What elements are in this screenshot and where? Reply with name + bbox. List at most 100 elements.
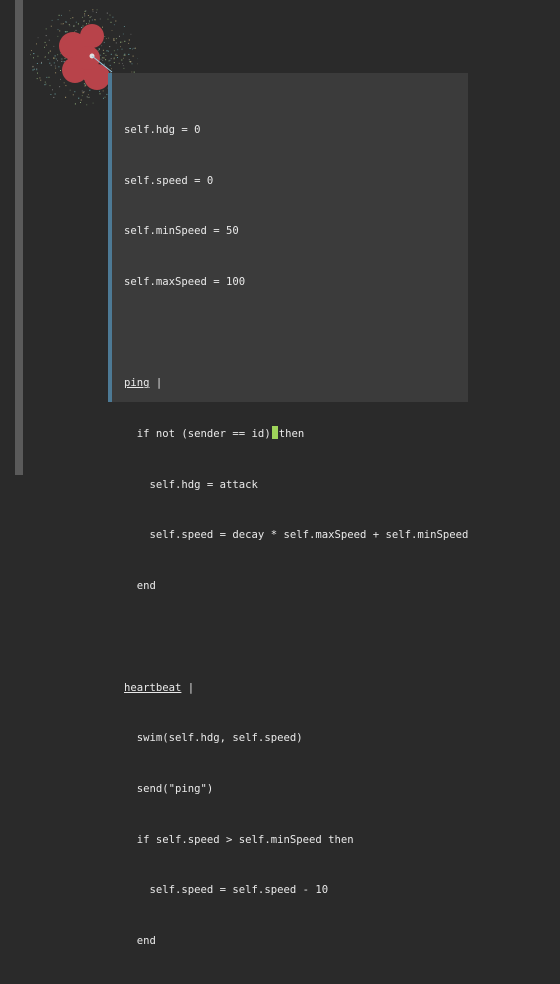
particle (124, 26, 125, 27)
particle (121, 60, 122, 61)
particle (57, 54, 58, 55)
heartbeat-handler-name[interactable]: heartbeat (124, 682, 181, 694)
particle (103, 53, 104, 54)
particle (102, 60, 103, 61)
code-line-with-cursor[interactable]: if not (sender == id)then (124, 426, 468, 443)
particle (114, 57, 115, 58)
code-line[interactable]: self.hdg = attack (124, 477, 468, 494)
particle (58, 19, 59, 20)
code-body[interactable]: self.hdg = 0 self.speed = 0 self.minSpee… (124, 88, 468, 984)
particle (51, 26, 52, 27)
code-line[interactable]: self.maxSpeed = 100 (124, 274, 468, 291)
particle (41, 63, 42, 64)
code-line[interactable]: send("ping") (124, 781, 468, 798)
particle (78, 23, 79, 24)
particle (75, 103, 76, 104)
particle (122, 49, 123, 50)
particle (112, 17, 113, 18)
particle (114, 50, 115, 51)
particle (55, 94, 56, 95)
code-line[interactable]: self.speed = decay * self.maxSpeed + sel… (124, 527, 468, 544)
particle (108, 51, 109, 52)
particle (84, 91, 85, 92)
particle (120, 46, 121, 47)
particle (61, 61, 62, 62)
particle (117, 57, 118, 58)
particle (49, 63, 50, 64)
particle (129, 61, 130, 62)
ping-handler-line[interactable]: ping | (124, 375, 468, 392)
particle (96, 12, 97, 13)
particle (88, 23, 89, 24)
particle (82, 17, 83, 18)
particle (98, 50, 99, 51)
particle (123, 68, 124, 69)
particle (51, 65, 52, 66)
particle (44, 84, 45, 85)
particle (60, 70, 61, 71)
particle (90, 17, 91, 18)
code-line[interactable]: self.speed = self.speed - 10 (124, 882, 468, 899)
particle (104, 36, 105, 37)
particle (115, 55, 116, 56)
ping-handler-name[interactable]: ping (124, 377, 150, 389)
particle (84, 13, 85, 14)
particle (37, 63, 38, 64)
code-line[interactable]: self.minSpeed = 50 (124, 223, 468, 240)
heartbeat-handler-line[interactable]: heartbeat | (124, 680, 468, 697)
particle (36, 69, 37, 70)
code-line[interactable]: swim(self.hdg, self.speed) (124, 730, 468, 747)
particle (123, 58, 124, 59)
particle (31, 50, 32, 51)
particle (122, 63, 123, 64)
particle (117, 55, 118, 56)
particle (61, 59, 62, 60)
particle (97, 9, 98, 10)
particle (33, 57, 34, 58)
particle (110, 15, 111, 16)
text-cursor (272, 426, 278, 439)
code-line[interactable]: if self.speed > self.minSpeed then (124, 832, 468, 849)
particle (52, 20, 53, 21)
particle (111, 54, 112, 55)
particle (82, 91, 83, 92)
particle (134, 48, 135, 49)
code-line[interactable] (124, 629, 468, 646)
particle (89, 90, 90, 91)
code-line[interactable] (124, 325, 468, 342)
code-editor-panel[interactable]: self.hdg = 0 self.speed = 0 self.minSpee… (108, 73, 468, 402)
particle (38, 37, 39, 38)
particle (55, 55, 56, 56)
particle (57, 36, 58, 37)
particle (57, 60, 58, 61)
particle (88, 15, 89, 16)
particle (125, 55, 126, 56)
particle (59, 86, 60, 87)
particle (105, 97, 106, 98)
code-line[interactable]: end (124, 933, 468, 950)
particle (123, 34, 124, 35)
code-line[interactable]: end (124, 578, 468, 595)
particle (114, 62, 115, 63)
particle (46, 35, 47, 36)
particle (128, 43, 129, 44)
particle (30, 54, 31, 55)
particle (49, 77, 50, 78)
particle (116, 38, 117, 39)
particle (113, 38, 114, 39)
particle (70, 18, 71, 19)
creature-lobe (80, 24, 104, 48)
particle (114, 24, 115, 25)
particle (80, 102, 81, 103)
particle (133, 56, 134, 57)
particle (132, 63, 133, 64)
particle (109, 60, 110, 61)
particle (53, 97, 54, 98)
particle (99, 49, 100, 50)
particle (73, 94, 74, 95)
code-line[interactable]: self.hdg = 0 (124, 122, 468, 139)
particle (46, 45, 47, 46)
particle (92, 20, 93, 21)
particle (50, 51, 51, 52)
code-line[interactable]: self.speed = 0 (124, 173, 468, 190)
